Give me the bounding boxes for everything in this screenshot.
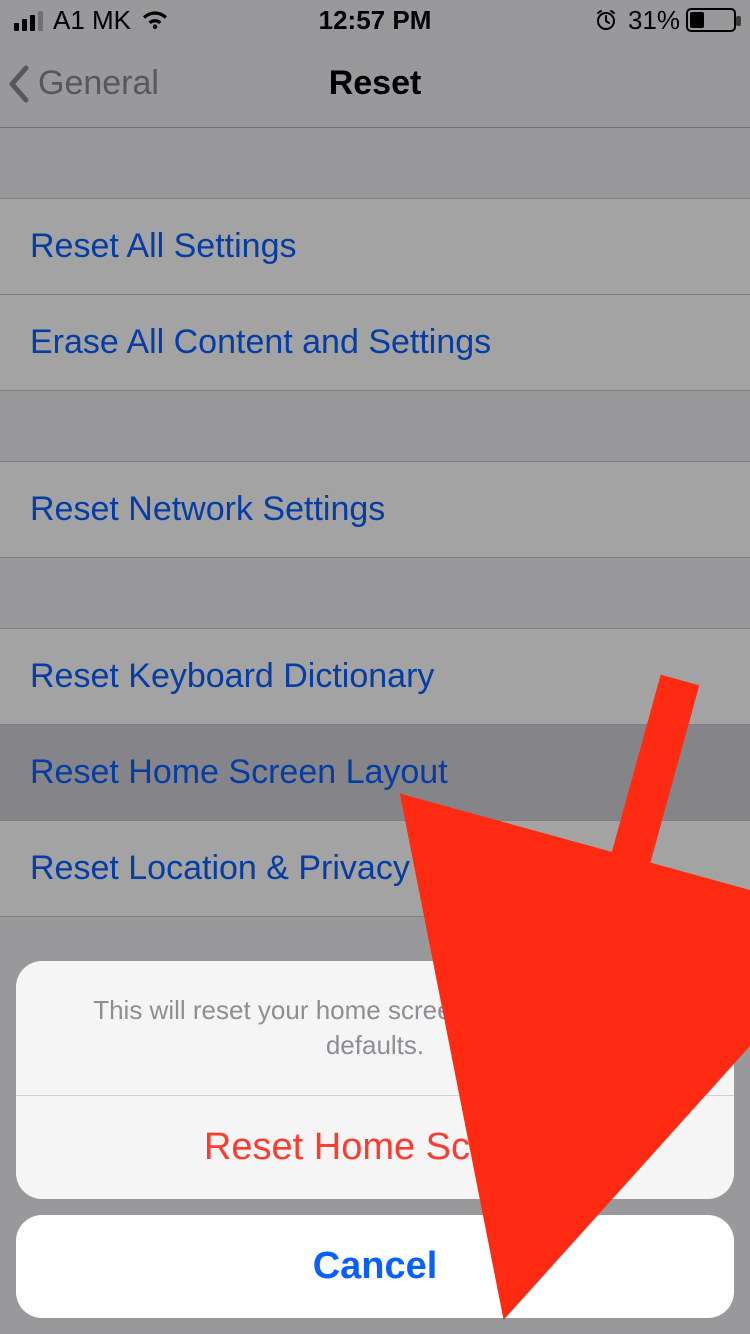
- action-sheet: This will reset your home screen layout …: [16, 961, 734, 1318]
- cancel-button[interactable]: Cancel: [16, 1215, 734, 1318]
- reset-home-screen-button[interactable]: Reset Home Screen: [16, 1096, 734, 1199]
- action-sheet-message: This will reset your home screen layout …: [16, 961, 734, 1095]
- screen: A1 MK 12:57 PM 31% General Reset Reset A…: [0, 0, 750, 1334]
